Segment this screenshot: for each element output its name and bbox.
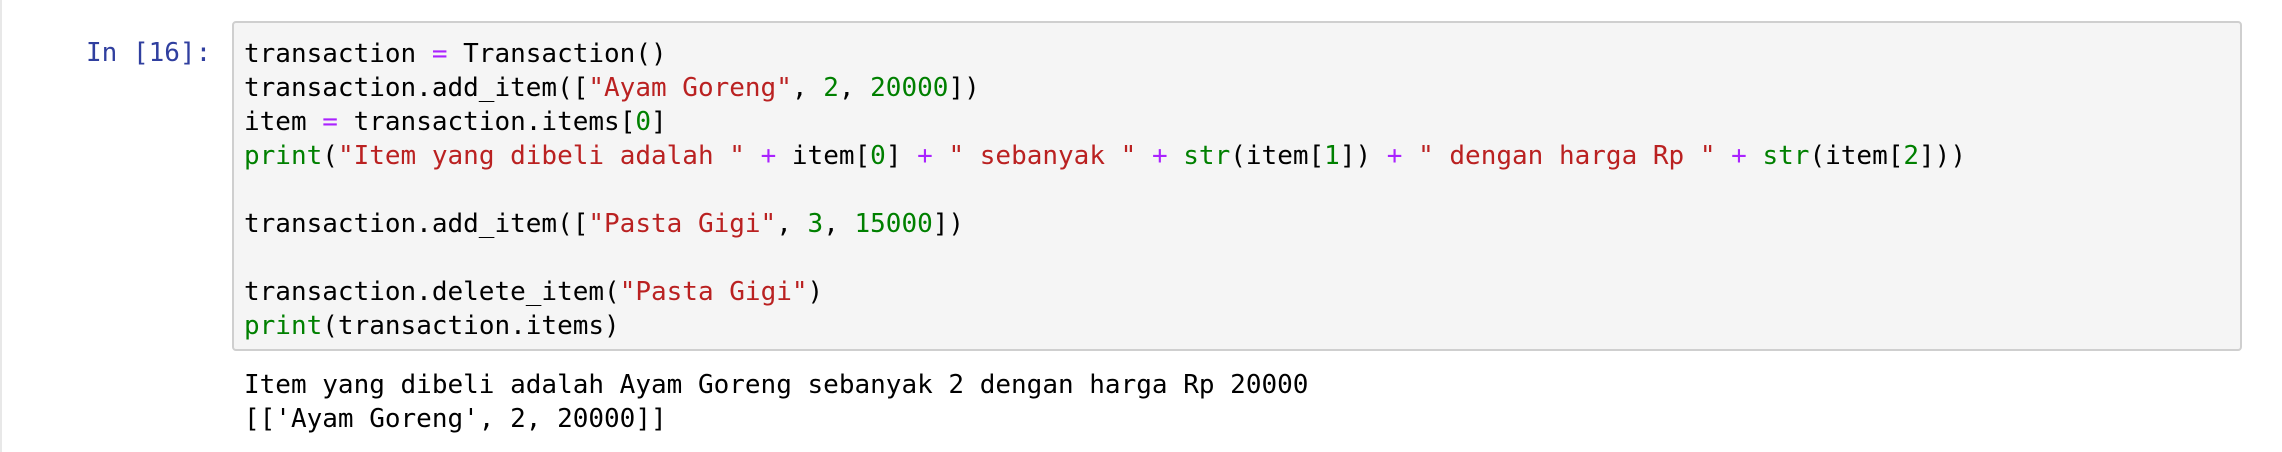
code-token: print [244, 311, 323, 341]
code-token: , [791, 73, 824, 103]
code-token: " sebanyak " [948, 141, 1137, 171]
code-token: + [1731, 141, 1747, 171]
code-token: ( [322, 141, 338, 171]
code-token: transaction.add_item([ [244, 73, 589, 103]
code-input-area[interactable]: transaction = Transaction() transaction.a… [232, 21, 2242, 351]
code-token: = [322, 107, 338, 137]
output-line: Item yang dibeli adalah Ayam Goreng seba… [244, 370, 1309, 400]
code-token: , [823, 209, 855, 239]
output-line: [['Ayam Goreng', 2, 20000]] [244, 404, 667, 434]
code-token: + [1386, 141, 1403, 171]
code-token: ]) [948, 73, 980, 103]
code-cell[interactable]: In [16]: transaction = Transaction() tran… [0, 0, 2282, 452]
code-line: transaction.add_item(["Pasta Gigi", 3, 1… [244, 207, 1966, 241]
code-line: transaction.delete_item("Pasta Gigi") [244, 275, 1966, 309]
code-token: transaction.add_item([ [244, 209, 589, 239]
code-token: "Ayam Goreng" [588, 73, 792, 103]
code-token: + [917, 141, 933, 171]
code-editor[interactable]: transaction = Transaction() transaction.a… [244, 37, 1966, 343]
code-token: transaction.delete_item( [244, 277, 620, 307]
code-token: item[ [776, 141, 871, 171]
code-token: + [760, 141, 777, 171]
input-prompt: In [16]: [86, 38, 212, 68]
code-token: Transaction() [447, 39, 667, 69]
code-token: transaction [244, 39, 432, 69]
code-token: "Pasta Gigi" [588, 209, 777, 239]
code-token: 2 [1903, 141, 1920, 171]
cell-output: Item yang dibeli adalah Ayam Goreng seba… [244, 368, 1308, 436]
code-token: 0 [635, 107, 652, 137]
code-line: item = transaction.items[0] [244, 105, 1966, 139]
code-token: 2 [823, 73, 839, 103]
code-token: transaction.items[ [337, 107, 636, 137]
code-token: print [244, 141, 323, 171]
code-token: (item[ [1230, 141, 1325, 171]
code-token: 3 [807, 209, 824, 239]
code-token: = [431, 39, 448, 69]
code-token: ] [651, 107, 667, 137]
code-token: ) [807, 277, 824, 307]
code-line: transaction.add_item(["Ayam Goreng", 2, … [244, 71, 1966, 105]
code-token: (transaction.items) [322, 311, 620, 341]
code-token: 15000 [854, 209, 933, 239]
code-token: item [244, 107, 323, 137]
code-token: ])) [1919, 141, 1966, 171]
code-token: + [1151, 141, 1168, 171]
code-line: transaction = Transaction() [244, 37, 1966, 71]
code-token: ] [885, 141, 918, 171]
code-line: print(transaction.items) [244, 309, 1966, 343]
code-token: 1 [1324, 141, 1340, 171]
code-token: ]) [932, 209, 965, 239]
code-token: str [1762, 141, 1810, 171]
code-token: 20000 [870, 73, 949, 103]
code-token: , [838, 73, 871, 103]
code-token: ]) [1339, 141, 1387, 171]
code-token: "Item yang dibeli adalah " [337, 141, 745, 171]
code-token: "Pasta Gigi" [619, 277, 808, 307]
code-token: 0 [870, 141, 886, 171]
code-token: (item[ [1809, 141, 1904, 171]
code-token: str [1183, 141, 1231, 171]
code-token: " dengan harga Rp " [1418, 141, 1716, 171]
code-line: print("Item yang dibeli adalah " + item[… [244, 139, 1966, 173]
code-token: , [776, 209, 808, 239]
